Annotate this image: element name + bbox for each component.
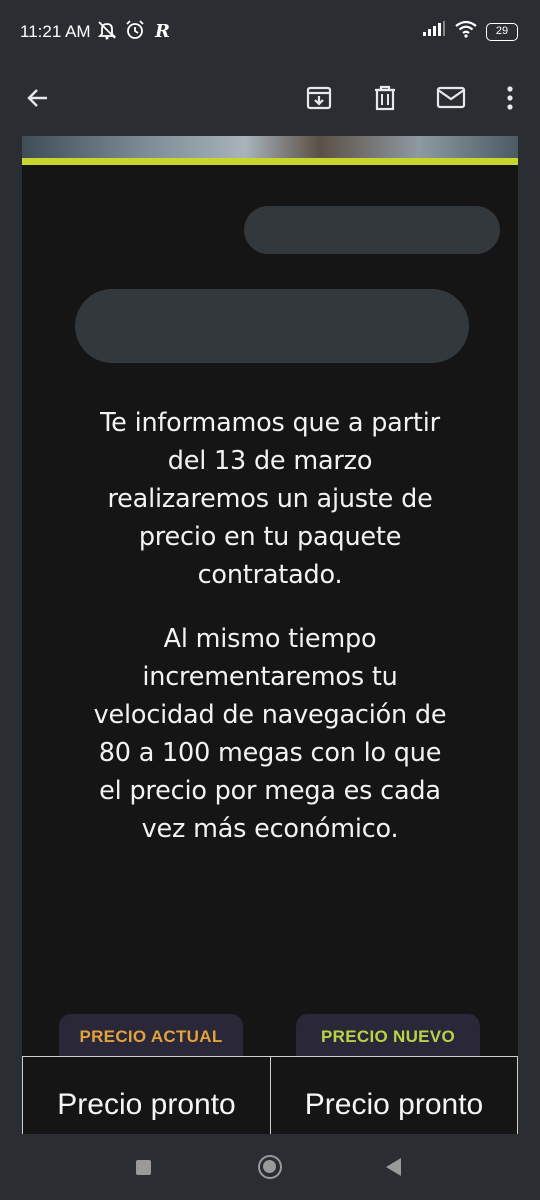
redacted-block: [244, 206, 500, 254]
back-button[interactable]: [16, 78, 60, 122]
status-bar: 11:21 AM R 29: [0, 0, 540, 64]
new-price-badge: PRECIO NUEVO: [296, 1014, 480, 1062]
nav-back-button[interactable]: [386, 1158, 401, 1176]
more-options-button[interactable]: [488, 78, 532, 122]
status-time: 11:21 AM: [20, 22, 91, 41]
alarm-icon: [124, 19, 146, 46]
system-nav-bar: [0, 1134, 540, 1200]
email-paragraph: Te informamos que a partir del 13 de mar…: [100, 408, 440, 590]
r-app-icon: R: [152, 19, 172, 46]
mark-unread-button[interactable]: [429, 78, 473, 122]
current-price-cell: Precio pronto: [22, 1056, 271, 1134]
home-button[interactable]: [258, 1155, 282, 1179]
email-paragraph: Al mismo tiempo incrementaremos tu veloc…: [93, 624, 447, 844]
back-arrow-icon: [25, 85, 51, 116]
battery-icon: 29: [486, 22, 518, 41]
email-toolbar: [0, 64, 540, 136]
archive-icon: [305, 84, 333, 117]
email-content: Te informamos que a partir del 13 de mar…: [22, 136, 518, 1134]
banner-image: [22, 136, 518, 158]
recents-button[interactable]: [136, 1160, 151, 1175]
more-options-icon: [506, 85, 514, 116]
current-price-badge: PRECIO ACTUAL: [59, 1014, 243, 1062]
new-price-cell: Precio pronto: [270, 1056, 518, 1134]
delete-icon: [371, 84, 399, 117]
redacted-block: [75, 289, 469, 363]
signal-icon: [422, 21, 446, 42]
archive-button[interactable]: [297, 78, 341, 122]
wifi-icon: [454, 20, 478, 43]
mute-notifications-icon: [96, 19, 118, 46]
accent-divider: [22, 158, 518, 165]
delete-button[interactable]: [363, 78, 407, 122]
svg-text:R: R: [154, 21, 170, 41]
mark-unread-icon: [436, 85, 466, 116]
